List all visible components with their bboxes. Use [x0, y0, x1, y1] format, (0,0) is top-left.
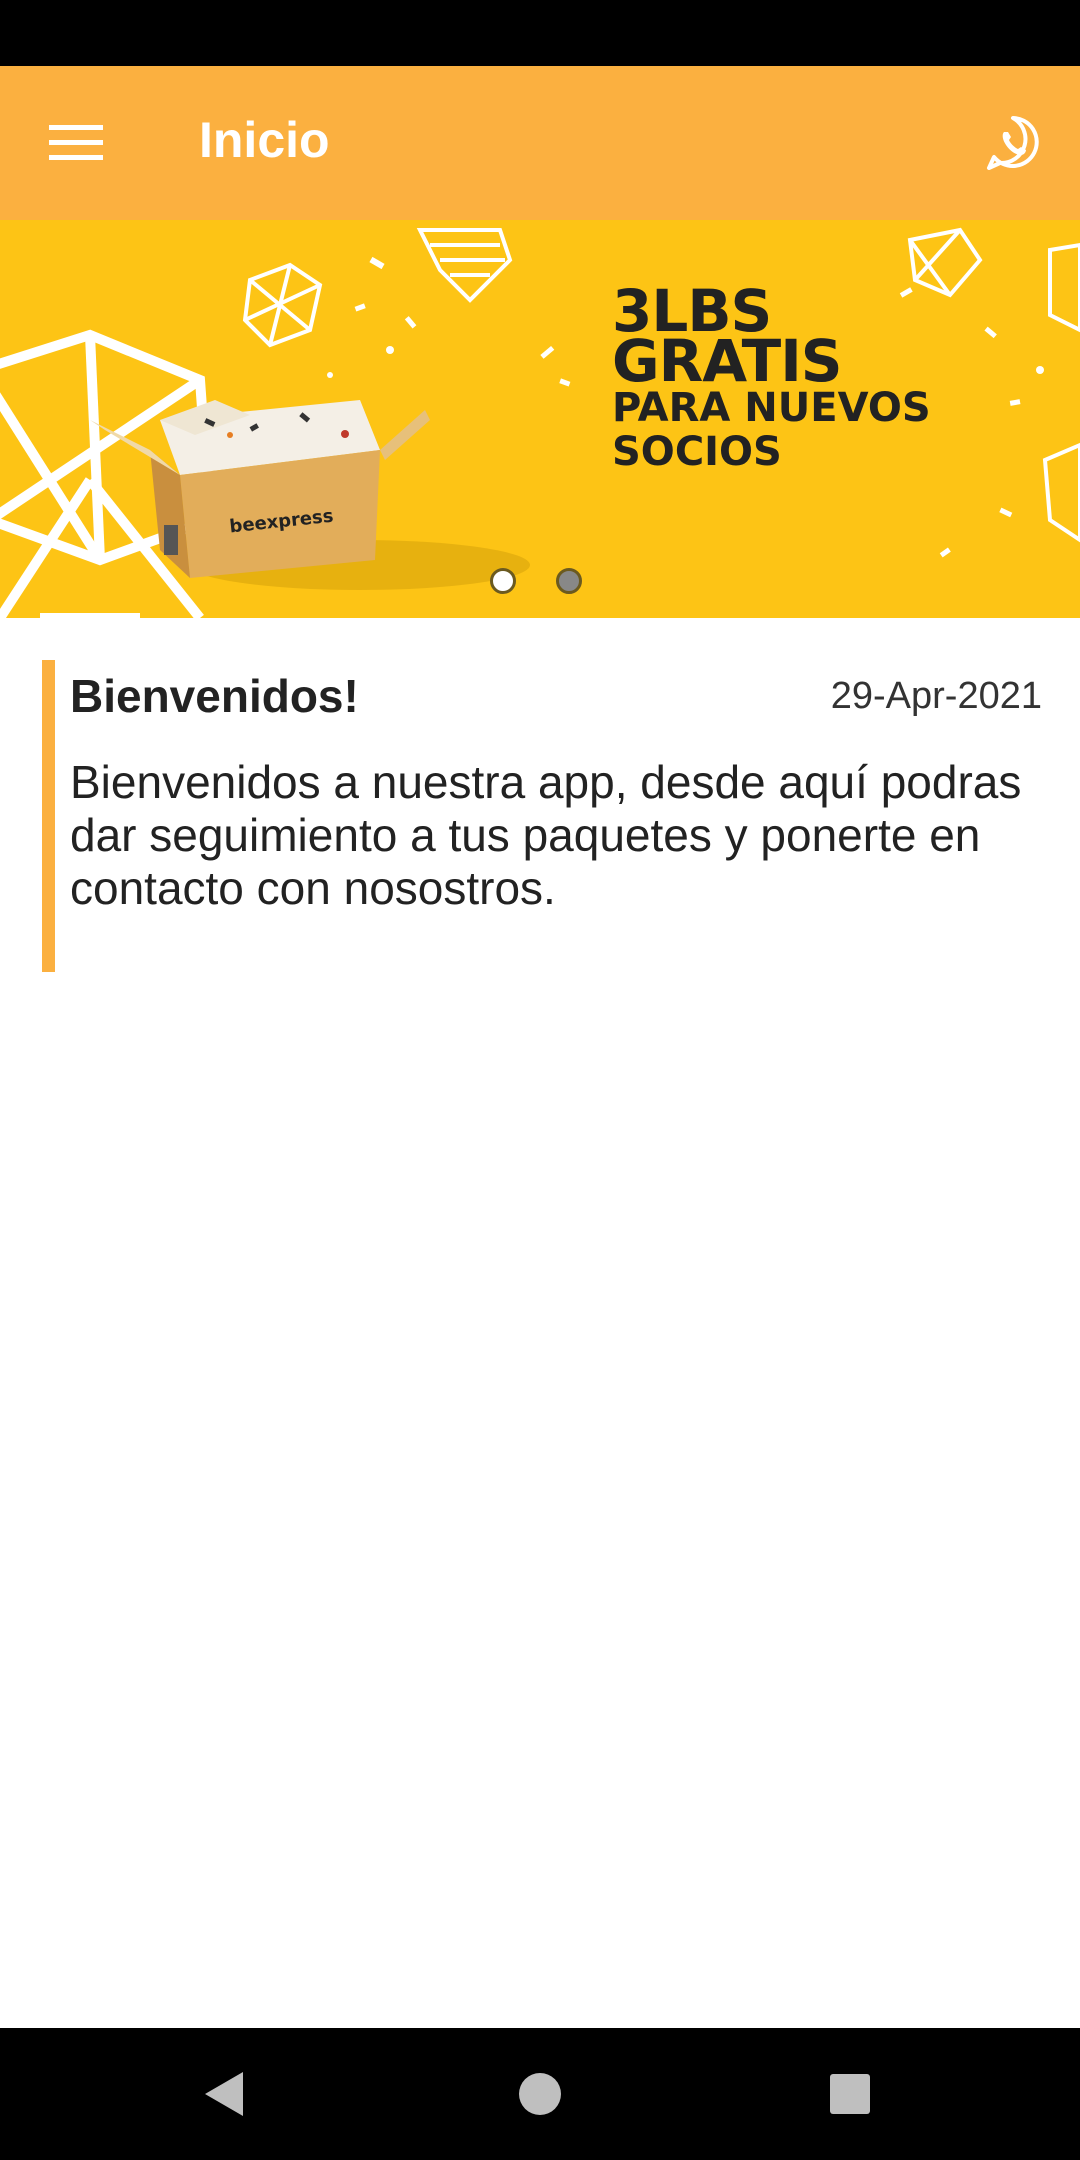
menu-icon	[49, 125, 103, 160]
back-triangle-icon	[205, 2072, 243, 2116]
banner-headline: 3LBS GRATIS PARA NUEVOS SOCIOS	[612, 282, 931, 475]
back-button[interactable]	[197, 2064, 257, 2124]
page-title: Inicio	[199, 112, 330, 168]
card-body: Bienvenidos a nuestra app, desde aquí po…	[70, 756, 1022, 914]
promo-banner[interactable]: beexpress 3LBS GRATIS PARA NUEVOS SOCIOS	[0, 220, 1080, 618]
whatsapp-icon	[987, 116, 1039, 170]
home-circle-icon	[519, 2073, 561, 2115]
recents-square-icon	[830, 2074, 870, 2114]
system-nav-bar	[0, 2028, 1080, 2160]
card-title: Bienvenidos!	[70, 670, 359, 722]
banner-line-3: PARA NUEVOS	[612, 385, 931, 431]
carousel-dot-2[interactable]	[556, 568, 582, 594]
carousel-dot-1[interactable]	[490, 568, 516, 594]
whatsapp-button[interactable]	[982, 112, 1044, 174]
recents-button[interactable]	[820, 2064, 880, 2124]
status-bar	[0, 0, 1080, 66]
card-date: 29-Apr-2021	[830, 675, 1042, 717]
news-card[interactable]: Bienvenidos! 29-Apr-2021 Bienvenidos a n…	[42, 660, 1042, 972]
banner-line-2: GRATIS	[612, 327, 843, 395]
home-button[interactable]	[510, 2064, 570, 2124]
card-accent-bar	[42, 660, 55, 972]
app-bar: Inicio	[0, 66, 1080, 220]
carousel-indicator	[490, 568, 582, 594]
menu-button[interactable]	[40, 114, 112, 172]
banner-line-4: SOCIOS	[612, 429, 782, 475]
